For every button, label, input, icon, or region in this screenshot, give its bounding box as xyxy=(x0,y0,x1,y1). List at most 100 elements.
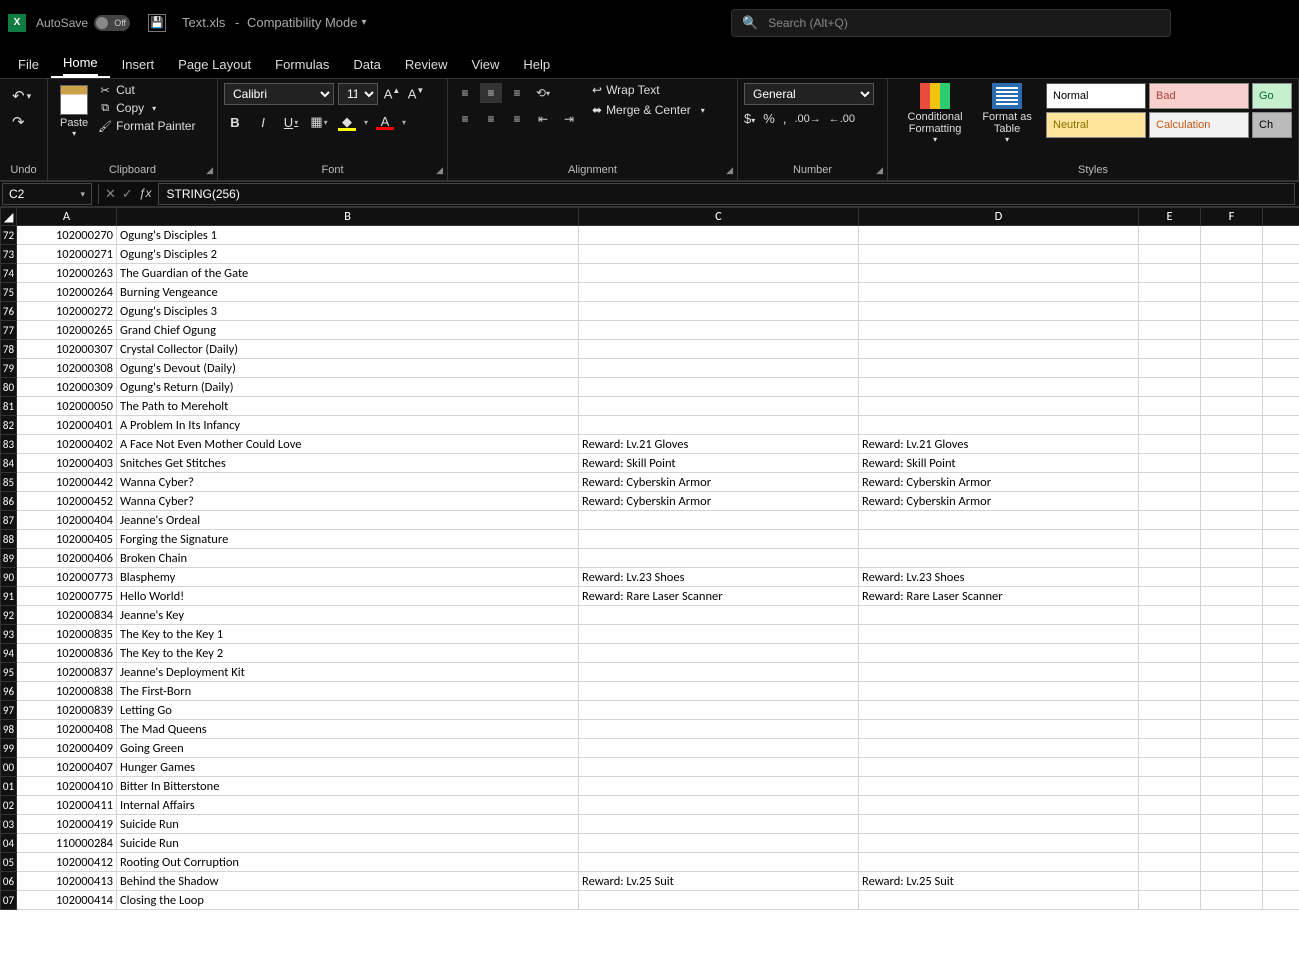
cell[interactable] xyxy=(1263,416,1299,435)
number-format-select[interactable]: General xyxy=(744,83,874,105)
cell[interactable] xyxy=(579,853,859,872)
cell[interactable] xyxy=(1263,549,1299,568)
cell[interactable] xyxy=(1139,720,1201,739)
cell[interactable] xyxy=(579,796,859,815)
cell[interactable]: Internal Affairs xyxy=(117,796,579,815)
table-row[interactable]: 93102000835The Key to the Key 1 xyxy=(1,625,1299,644)
cell[interactable]: Ogung's Disciples 2 xyxy=(117,245,579,264)
table-row[interactable]: 88102000405Forging the Signature xyxy=(1,530,1299,549)
cell[interactable]: The Key to the Key 1 xyxy=(117,625,579,644)
cell[interactable] xyxy=(579,321,859,340)
table-row[interactable]: 81102000050The Path to Mereholt xyxy=(1,397,1299,416)
cell[interactable] xyxy=(579,777,859,796)
cell[interactable] xyxy=(1263,663,1299,682)
fill-color-button[interactable]: ◆ xyxy=(336,111,358,133)
cell[interactable] xyxy=(1201,397,1263,416)
cell[interactable] xyxy=(1201,378,1263,397)
cell[interactable] xyxy=(859,359,1139,378)
font-color-button[interactable]: A xyxy=(374,111,396,133)
cell[interactable]: 102000401 xyxy=(17,416,117,435)
cell[interactable] xyxy=(1139,701,1201,720)
row-header[interactable]: 98 xyxy=(1,720,17,739)
cancel-formula-icon[interactable]: ✕ xyxy=(105,186,116,202)
table-row[interactable]: 96102000838The First-Born xyxy=(1,682,1299,701)
cell[interactable] xyxy=(1263,815,1299,834)
cell[interactable] xyxy=(859,720,1139,739)
cell[interactable]: 102000263 xyxy=(17,264,117,283)
cell[interactable] xyxy=(1263,872,1299,891)
table-row[interactable]: 86102000452Wanna Cyber?Reward: Cyberskin… xyxy=(1,492,1299,511)
cell[interactable] xyxy=(1139,359,1201,378)
cell[interactable]: The Guardian of the Gate xyxy=(117,264,579,283)
table-row[interactable]: 07102000414Closing the Loop xyxy=(1,891,1299,910)
cell[interactable] xyxy=(1263,739,1299,758)
cell[interactable] xyxy=(1139,568,1201,587)
cell[interactable]: Letting Go xyxy=(117,701,579,720)
cell[interactable] xyxy=(1201,549,1263,568)
cell[interactable]: 102000271 xyxy=(17,245,117,264)
cell[interactable]: 102000404 xyxy=(17,511,117,530)
cut-button[interactable]: ✂Cut xyxy=(98,83,195,97)
cell[interactable] xyxy=(1263,891,1299,910)
table-row[interactable]: 03102000419Suicide Run xyxy=(1,815,1299,834)
cell[interactable] xyxy=(1139,758,1201,777)
alignment-launcher-icon[interactable]: ◢ xyxy=(726,165,733,176)
cell[interactable] xyxy=(1263,245,1299,264)
cell[interactable] xyxy=(579,663,859,682)
cell[interactable]: Snitches Get Stitches xyxy=(117,454,579,473)
row-header[interactable]: 80 xyxy=(1,378,17,397)
cell[interactable]: 102000414 xyxy=(17,891,117,910)
table-row[interactable]: 95102000837Jeanne's Deployment Kit xyxy=(1,663,1299,682)
table-row[interactable]: 72102000270Ogung's Disciples 1 xyxy=(1,226,1299,245)
cell[interactable] xyxy=(1263,777,1299,796)
cell[interactable] xyxy=(579,834,859,853)
cell[interactable]: 102000409 xyxy=(17,739,117,758)
cell[interactable]: 102000835 xyxy=(17,625,117,644)
cell[interactable] xyxy=(579,739,859,758)
cell[interactable] xyxy=(1201,492,1263,511)
cell[interactable] xyxy=(1263,492,1299,511)
cell[interactable] xyxy=(1201,568,1263,587)
cell[interactable]: Forging the Signature xyxy=(117,530,579,549)
cell[interactable]: 102000836 xyxy=(17,644,117,663)
cell[interactable]: Reward: Cyberskin Armor xyxy=(579,492,859,511)
table-row[interactable]: 01102000410Bitter In Bitterstone xyxy=(1,777,1299,796)
cell[interactable] xyxy=(579,264,859,283)
cell[interactable] xyxy=(579,530,859,549)
cell[interactable] xyxy=(1139,739,1201,758)
table-row[interactable]: 82102000401A Problem In Its Infancy xyxy=(1,416,1299,435)
cell[interactable] xyxy=(1201,283,1263,302)
cell[interactable] xyxy=(1139,891,1201,910)
cell[interactable] xyxy=(859,378,1139,397)
cell[interactable] xyxy=(1263,511,1299,530)
chevron-down-icon[interactable]: ▾ xyxy=(362,17,367,28)
cell[interactable] xyxy=(1139,226,1201,245)
cell[interactable] xyxy=(859,625,1139,644)
cell[interactable]: Burning Vengeance xyxy=(117,283,579,302)
cell[interactable] xyxy=(1201,416,1263,435)
cell[interactable] xyxy=(1139,587,1201,606)
row-header[interactable]: 05 xyxy=(1,853,17,872)
row-header[interactable]: 97 xyxy=(1,701,17,720)
align-left-button[interactable]: ≡ xyxy=(454,109,476,129)
cell[interactable]: 102000838 xyxy=(17,682,117,701)
cell[interactable] xyxy=(859,644,1139,663)
spreadsheet-grid[interactable]: ◢ A B C D E F 72102000270Ogung's Discipl… xyxy=(0,207,1299,967)
cell[interactable] xyxy=(579,340,859,359)
cell[interactable]: Behind the Shadow xyxy=(117,872,579,891)
autosave-toggle[interactable]: AutoSave Off xyxy=(36,15,130,31)
table-row[interactable]: 00102000407Hunger Games xyxy=(1,758,1299,777)
cell[interactable] xyxy=(1201,245,1263,264)
cell[interactable] xyxy=(579,682,859,701)
cell[interactable] xyxy=(1201,739,1263,758)
cell[interactable] xyxy=(579,416,859,435)
cell[interactable]: 102000309 xyxy=(17,378,117,397)
cell[interactable] xyxy=(859,397,1139,416)
cell[interactable] xyxy=(1139,530,1201,549)
cell[interactable]: Reward: Lv.25 Suit xyxy=(579,872,859,891)
align-top-button[interactable]: ≡ xyxy=(454,83,476,103)
cell[interactable] xyxy=(579,644,859,663)
row-header[interactable]: 03 xyxy=(1,815,17,834)
cell[interactable] xyxy=(1201,720,1263,739)
cell[interactable]: 102000264 xyxy=(17,283,117,302)
